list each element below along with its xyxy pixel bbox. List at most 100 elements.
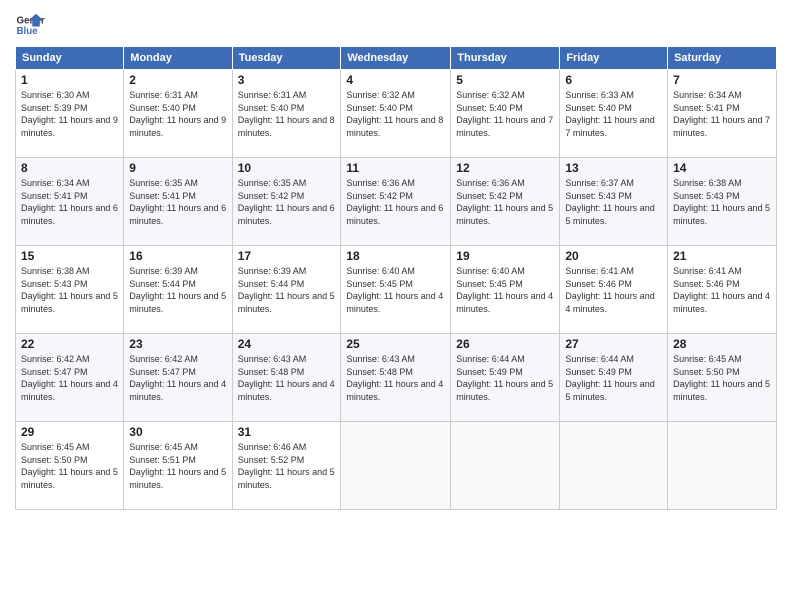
day-number: 14 [673,161,771,175]
day-info: Sunrise: 6:34 AMSunset: 5:41 PMDaylight:… [673,90,770,138]
empty-cell [451,422,560,510]
day-number: 2 [129,73,226,87]
week-row-1: 1 Sunrise: 6:30 AMSunset: 5:39 PMDayligh… [16,70,777,158]
col-header-wednesday: Wednesday [341,47,451,70]
day-cell-10: 10 Sunrise: 6:35 AMSunset: 5:42 PMDaylig… [232,158,341,246]
day-cell-4: 4 Sunrise: 6:32 AMSunset: 5:40 PMDayligh… [341,70,451,158]
empty-cell [668,422,777,510]
day-number: 13 [565,161,662,175]
day-number: 1 [21,73,118,87]
day-cell-26: 26 Sunrise: 6:44 AMSunset: 5:49 PMDaylig… [451,334,560,422]
day-cell-14: 14 Sunrise: 6:38 AMSunset: 5:43 PMDaylig… [668,158,777,246]
day-info: Sunrise: 6:31 AMSunset: 5:40 PMDaylight:… [129,90,226,138]
day-info: Sunrise: 6:45 AMSunset: 5:50 PMDaylight:… [21,442,118,490]
week-row-5: 29 Sunrise: 6:45 AMSunset: 5:50 PMDaylig… [16,422,777,510]
day-info: Sunrise: 6:32 AMSunset: 5:40 PMDaylight:… [456,90,553,138]
empty-cell [560,422,668,510]
week-row-4: 22 Sunrise: 6:42 AMSunset: 5:47 PMDaylig… [16,334,777,422]
col-header-tuesday: Tuesday [232,47,341,70]
day-number: 8 [21,161,118,175]
day-info: Sunrise: 6:43 AMSunset: 5:48 PMDaylight:… [238,354,335,402]
day-number: 4 [346,73,445,87]
day-info: Sunrise: 6:34 AMSunset: 5:41 PMDaylight:… [21,178,118,226]
day-info: Sunrise: 6:41 AMSunset: 5:46 PMDaylight:… [673,266,770,314]
calendar-container: General Blue SundayMondayTuesdayWednesda… [0,0,792,612]
day-cell-18: 18 Sunrise: 6:40 AMSunset: 5:45 PMDaylig… [341,246,451,334]
day-number: 28 [673,337,771,351]
day-cell-20: 20 Sunrise: 6:41 AMSunset: 5:46 PMDaylig… [560,246,668,334]
day-cell-21: 21 Sunrise: 6:41 AMSunset: 5:46 PMDaylig… [668,246,777,334]
day-number: 27 [565,337,662,351]
day-info: Sunrise: 6:35 AMSunset: 5:42 PMDaylight:… [238,178,335,226]
day-info: Sunrise: 6:35 AMSunset: 5:41 PMDaylight:… [129,178,226,226]
day-cell-13: 13 Sunrise: 6:37 AMSunset: 5:43 PMDaylig… [560,158,668,246]
day-number: 11 [346,161,445,175]
day-number: 18 [346,249,445,263]
day-cell-7: 7 Sunrise: 6:34 AMSunset: 5:41 PMDayligh… [668,70,777,158]
day-cell-8: 8 Sunrise: 6:34 AMSunset: 5:41 PMDayligh… [16,158,124,246]
day-info: Sunrise: 6:40 AMSunset: 5:45 PMDaylight:… [456,266,553,314]
day-cell-15: 15 Sunrise: 6:38 AMSunset: 5:43 PMDaylig… [16,246,124,334]
day-info: Sunrise: 6:42 AMSunset: 5:47 PMDaylight:… [129,354,226,402]
day-cell-24: 24 Sunrise: 6:43 AMSunset: 5:48 PMDaylig… [232,334,341,422]
day-number: 30 [129,425,226,439]
day-cell-17: 17 Sunrise: 6:39 AMSunset: 5:44 PMDaylig… [232,246,341,334]
day-number: 26 [456,337,554,351]
day-number: 12 [456,161,554,175]
col-header-saturday: Saturday [668,47,777,70]
calendar-header-row: SundayMondayTuesdayWednesdayThursdayFrid… [16,47,777,70]
day-info: Sunrise: 6:37 AMSunset: 5:43 PMDaylight:… [565,178,654,226]
header: General Blue [15,10,777,40]
day-cell-22: 22 Sunrise: 6:42 AMSunset: 5:47 PMDaylig… [16,334,124,422]
day-number: 23 [129,337,226,351]
day-cell-5: 5 Sunrise: 6:32 AMSunset: 5:40 PMDayligh… [451,70,560,158]
logo-icon: General Blue [15,10,45,40]
day-number: 21 [673,249,771,263]
day-number: 22 [21,337,118,351]
day-cell-12: 12 Sunrise: 6:36 AMSunset: 5:42 PMDaylig… [451,158,560,246]
day-info: Sunrise: 6:31 AMSunset: 5:40 PMDaylight:… [238,90,335,138]
day-info: Sunrise: 6:41 AMSunset: 5:46 PMDaylight:… [565,266,654,314]
day-cell-1: 1 Sunrise: 6:30 AMSunset: 5:39 PMDayligh… [16,70,124,158]
day-number: 25 [346,337,445,351]
day-cell-6: 6 Sunrise: 6:33 AMSunset: 5:40 PMDayligh… [560,70,668,158]
svg-text:Blue: Blue [17,26,39,37]
day-cell-30: 30 Sunrise: 6:45 AMSunset: 5:51 PMDaylig… [124,422,232,510]
calendar-table: SundayMondayTuesdayWednesdayThursdayFrid… [15,46,777,510]
day-cell-16: 16 Sunrise: 6:39 AMSunset: 5:44 PMDaylig… [124,246,232,334]
day-number: 15 [21,249,118,263]
day-cell-23: 23 Sunrise: 6:42 AMSunset: 5:47 PMDaylig… [124,334,232,422]
day-info: Sunrise: 6:30 AMSunset: 5:39 PMDaylight:… [21,90,118,138]
week-row-2: 8 Sunrise: 6:34 AMSunset: 5:41 PMDayligh… [16,158,777,246]
week-row-3: 15 Sunrise: 6:38 AMSunset: 5:43 PMDaylig… [16,246,777,334]
day-number: 16 [129,249,226,263]
day-cell-19: 19 Sunrise: 6:40 AMSunset: 5:45 PMDaylig… [451,246,560,334]
col-header-friday: Friday [560,47,668,70]
day-info: Sunrise: 6:45 AMSunset: 5:51 PMDaylight:… [129,442,226,490]
logo: General Blue [15,10,45,40]
day-cell-11: 11 Sunrise: 6:36 AMSunset: 5:42 PMDaylig… [341,158,451,246]
col-header-monday: Monday [124,47,232,70]
day-info: Sunrise: 6:36 AMSunset: 5:42 PMDaylight:… [456,178,553,226]
day-cell-2: 2 Sunrise: 6:31 AMSunset: 5:40 PMDayligh… [124,70,232,158]
day-info: Sunrise: 6:45 AMSunset: 5:50 PMDaylight:… [673,354,770,402]
day-info: Sunrise: 6:46 AMSunset: 5:52 PMDaylight:… [238,442,335,490]
day-number: 3 [238,73,336,87]
day-cell-31: 31 Sunrise: 6:46 AMSunset: 5:52 PMDaylig… [232,422,341,510]
col-header-sunday: Sunday [16,47,124,70]
day-number: 19 [456,249,554,263]
day-info: Sunrise: 6:38 AMSunset: 5:43 PMDaylight:… [673,178,770,226]
day-info: Sunrise: 6:33 AMSunset: 5:40 PMDaylight:… [565,90,654,138]
day-info: Sunrise: 6:44 AMSunset: 5:49 PMDaylight:… [565,354,654,402]
day-cell-9: 9 Sunrise: 6:35 AMSunset: 5:41 PMDayligh… [124,158,232,246]
day-info: Sunrise: 6:39 AMSunset: 5:44 PMDaylight:… [238,266,335,314]
day-info: Sunrise: 6:40 AMSunset: 5:45 PMDaylight:… [346,266,443,314]
day-number: 5 [456,73,554,87]
day-number: 10 [238,161,336,175]
day-number: 7 [673,73,771,87]
svg-text:General: General [17,16,46,27]
day-number: 24 [238,337,336,351]
day-number: 9 [129,161,226,175]
day-info: Sunrise: 6:36 AMSunset: 5:42 PMDaylight:… [346,178,443,226]
day-cell-29: 29 Sunrise: 6:45 AMSunset: 5:50 PMDaylig… [16,422,124,510]
